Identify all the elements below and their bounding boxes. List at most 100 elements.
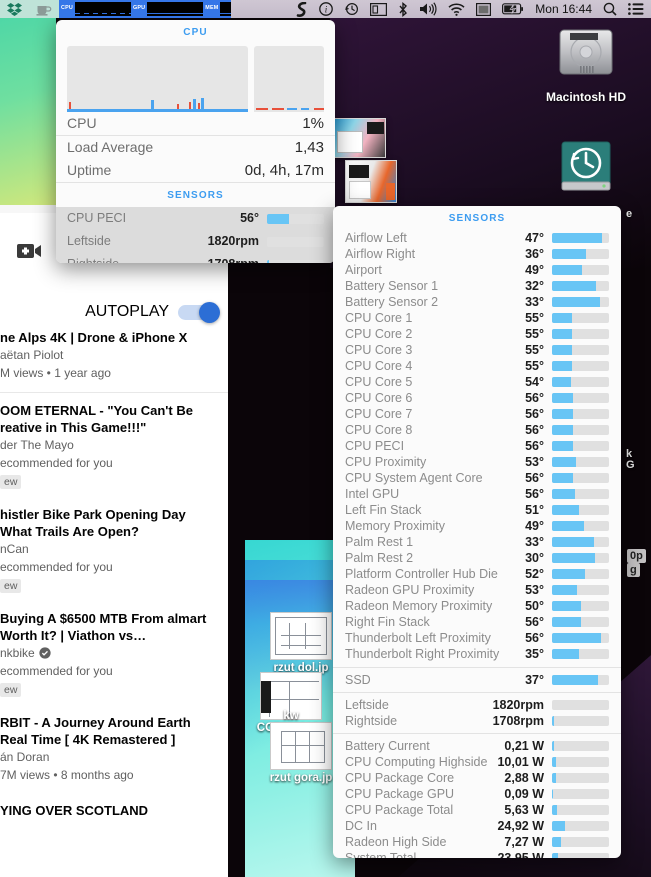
- sensor-row[interactable]: Battery Current 0,21 W: [333, 738, 621, 754]
- desktop-edge-label-4: 0p: [627, 549, 646, 563]
- list-item[interactable]: YING OVER SCOTLAND: [0, 802, 228, 819]
- sensor-value: 56°: [525, 487, 544, 501]
- sensor-row[interactable]: Radeon Memory Proximity 50°: [333, 598, 621, 614]
- sensor-row[interactable]: Palm Rest 1 33°: [333, 534, 621, 550]
- sensor-row[interactable]: CPU Core 1 55°: [333, 310, 621, 326]
- sensor-row[interactable]: CPU PECI 56°: [333, 438, 621, 454]
- history-clock-icon[interactable]: [344, 2, 359, 16]
- sensor-bar: [552, 281, 609, 291]
- sensor-row[interactable]: Rightside 1708rpm: [56, 253, 335, 263]
- sensor-row[interactable]: Leftside 1820rpm: [333, 697, 621, 713]
- display-icon[interactable]: [370, 2, 388, 16]
- info-circle-icon[interactable]: i: [319, 2, 334, 16]
- desktop-file-kw[interactable]: kw: [252, 708, 330, 722]
- sensor-row[interactable]: Rightside 1708rpm: [333, 713, 621, 729]
- sensor-row[interactable]: CPU Proximity 53°: [333, 454, 621, 470]
- sensor-row[interactable]: Thunderbolt Right Proximity 35°: [333, 646, 621, 662]
- istat-graph-group[interactable]: CPU GPU MEM: [59, 0, 232, 18]
- sensor-row[interactable]: Memory Proximity 49°: [333, 518, 621, 534]
- list-item[interactable]: ne Alps 4K | Drone & iPhone X aëtan Piol…: [0, 329, 228, 382]
- sensor-label: Radeon Memory Proximity: [345, 599, 493, 613]
- search-icon[interactable]: [603, 2, 617, 16]
- up-next-list: ne Alps 4K | Drone & iPhone X aëtan Piol…: [0, 329, 228, 819]
- desktop-file-rzut-gora[interactable]: rzut gora.jp: [262, 722, 340, 784]
- screen-icon[interactable]: [476, 2, 492, 16]
- divider: [333, 692, 621, 693]
- screenshot-thumb-1[interactable]: [334, 118, 386, 158]
- sensor-bar: [552, 265, 609, 275]
- sensor-row[interactable]: CPU Core 7 56°: [333, 406, 621, 422]
- sensor-bar: [552, 233, 609, 243]
- sensor-row[interactable]: Thunderbolt Left Proximity 56°: [333, 630, 621, 646]
- video-channel: der The Mayo: [0, 438, 74, 452]
- gpu-graph-widget[interactable]: [147, 2, 204, 16]
- battery-charging-icon[interactable]: [502, 3, 524, 15]
- sensor-row[interactable]: Airflow Right 36°: [333, 246, 621, 262]
- dropbox-icon[interactable]: [0, 0, 29, 18]
- list-item[interactable]: RBIT - A Journey Around Earth Real Time …: [0, 714, 228, 784]
- sensor-label: Right Fin Stack: [345, 615, 430, 629]
- sensor-row[interactable]: CPU Core 8 56°: [333, 422, 621, 438]
- sensor-label: Rightside: [345, 714, 398, 728]
- sensor-row[interactable]: CPU Package Core 2,88 W: [333, 770, 621, 786]
- sensor-row[interactable]: System Total 23,95 W: [333, 850, 621, 858]
- sensors-panel-title: SENSORS: [448, 213, 506, 224]
- volume-icon[interactable]: [419, 2, 437, 16]
- sensor-row[interactable]: SSD 37°: [333, 672, 621, 688]
- video-add-icon[interactable]: [16, 242, 42, 260]
- sensor-row[interactable]: CPU Core 2 55°: [333, 326, 621, 342]
- cpu-graph-widget[interactable]: [74, 2, 131, 16]
- sensor-bar: [552, 377, 609, 387]
- notification-center-icon[interactable]: [628, 3, 644, 15]
- sensor-row[interactable]: CPU Package GPU 0,09 W: [333, 786, 621, 802]
- sensor-row[interactable]: CPU Core 6 56°: [333, 390, 621, 406]
- desktop-icon-macintosh-hd[interactable]: Macintosh HD: [531, 24, 641, 104]
- new-badge: ew: [0, 683, 22, 697]
- cpu-popover-panel[interactable]: CPU CPU 1% Load Average 1,43 Uptime 0d, …: [56, 20, 335, 263]
- sensor-row[interactable]: Leftside 1820rpm: [56, 230, 335, 253]
- sensor-row[interactable]: CPU Core 4 55°: [333, 358, 621, 374]
- sensor-row[interactable]: CPU Core 5 54°: [333, 374, 621, 390]
- sensor-row[interactable]: CPU Core 3 55°: [333, 342, 621, 358]
- sensor-value: 37°: [525, 673, 544, 687]
- sensor-value: 0,09 W: [504, 787, 544, 801]
- desktop-file-rzut-dol[interactable]: rzut dol.jp: [262, 612, 340, 674]
- menu-bar-clock[interactable]: Mon 16:44: [535, 2, 592, 16]
- list-item[interactable]: Buying A $6500 MTB From almart Worth It?…: [0, 610, 228, 698]
- sensor-row[interactable]: Radeon GPU Proximity 53°: [333, 582, 621, 598]
- sensor-label: CPU Proximity: [345, 455, 427, 469]
- sensor-row[interactable]: Palm Rest 2 30°: [333, 550, 621, 566]
- sensor-row[interactable]: Battery Sensor 2 33°: [333, 294, 621, 310]
- video-meta: ecommended for you: [0, 456, 113, 470]
- sensor-row[interactable]: CPU Package Total 5,63 W: [333, 802, 621, 818]
- sensor-row[interactable]: Platform Controller Hub Die 52°: [333, 566, 621, 582]
- list-item[interactable]: OOM ETERNAL - "You Can't Be reative in T…: [0, 402, 228, 490]
- wifi-icon[interactable]: [448, 2, 465, 16]
- sensor-bar: [552, 553, 609, 563]
- sensor-row[interactable]: Right Fin Stack 56°: [333, 614, 621, 630]
- sensor-row[interactable]: Radeon High Side 7,27 W: [333, 834, 621, 850]
- sensor-row[interactable]: DC In 24,92 W: [333, 818, 621, 834]
- list-item[interactable]: histler Bike Park Opening Day What Trail…: [0, 506, 228, 594]
- sensor-row[interactable]: Left Fin Stack 51°: [333, 502, 621, 518]
- uptime-value: 0d, 4h, 17m: [244, 162, 324, 179]
- sensor-row[interactable]: CPU System Agent Core 56°: [333, 470, 621, 486]
- sensor-label: Leftside: [67, 234, 111, 248]
- sensor-row[interactable]: CPU Computing Highside 10,01 W: [333, 754, 621, 770]
- mem-graph-widget[interactable]: [220, 2, 232, 16]
- sensor-row[interactable]: Airport 49°: [333, 262, 621, 278]
- cpu-secondary-graph: [254, 46, 324, 112]
- sensors-popover-panel[interactable]: SENSORS Airflow Left 47° Airflow Right 36° A…: [333, 206, 621, 858]
- screenshot-thumb-2[interactable]: [345, 160, 397, 203]
- autoplay-toggle[interactable]: [178, 301, 220, 323]
- sensor-row[interactable]: Battery Sensor 1 32°: [333, 278, 621, 294]
- bluetooth-icon[interactable]: [398, 1, 408, 17]
- sensor-row[interactable]: Airflow Left 47°: [333, 230, 621, 246]
- desktop-icon-time-machine[interactable]: [531, 138, 641, 201]
- sensor-bar: [552, 345, 609, 355]
- shazam-icon[interactable]: [296, 1, 308, 17]
- coffee-cup-icon[interactable]: [29, 0, 59, 18]
- sensor-row[interactable]: Intel GPU 56°: [333, 486, 621, 502]
- sensor-row[interactable]: CPU PECI 56°: [56, 207, 335, 230]
- sensor-label: Rightside: [67, 256, 208, 263]
